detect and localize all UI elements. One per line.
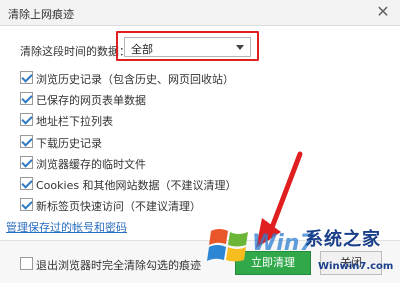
manage-passwords-link[interactable]: 管理保存过的帐号和密码	[6, 219, 127, 235]
time-range-value: 全部	[131, 43, 153, 56]
option-label: 浏览器缓存的临时文件	[36, 158, 146, 171]
checkbox[interactable]	[20, 135, 33, 148]
time-range-select[interactable]: 全部	[124, 37, 251, 57]
option-label: 退出浏览器时完全清除勾选的痕迹	[36, 259, 201, 272]
checkbox[interactable]	[20, 177, 33, 190]
option-label: 新标签页快速访问（不建议清理）	[36, 200, 201, 213]
window-title: 清除上网痕迹	[8, 8, 74, 21]
option-label: 已保存的网页表单数据	[36, 94, 146, 107]
option-label: 地址栏下拉列表	[36, 115, 113, 128]
checkbox[interactable]	[20, 113, 33, 126]
dialog-footer: 退出浏览器时完全清除勾选的痕迹 立即清理 关闭	[0, 240, 400, 283]
close-button[interactable]: 关闭	[320, 251, 382, 275]
option-label: Cookies 和其他网站数据（不建议清理）	[36, 179, 237, 192]
checkbox[interactable]	[20, 257, 33, 270]
option-label: 浏览历史记录（包含历史、网页回收站）	[36, 73, 234, 86]
close-icon[interactable]: ✕	[374, 3, 392, 21]
checkbox[interactable]	[20, 198, 33, 211]
checkbox[interactable]	[20, 156, 33, 169]
title-bar: 清除上网痕迹 ✕	[0, 0, 400, 26]
time-range-label: 清除这段时间的数据：	[20, 45, 130, 58]
checkbox[interactable]	[20, 71, 33, 84]
chevron-down-icon[interactable]	[236, 45, 244, 50]
checkbox[interactable]	[20, 92, 33, 105]
option-label: 下载历史记录	[36, 137, 102, 150]
clear-now-button[interactable]: 立即清理	[235, 251, 311, 275]
